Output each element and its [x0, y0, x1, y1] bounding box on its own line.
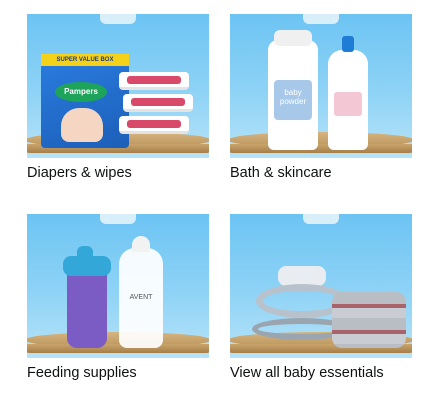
shelf-front: [27, 344, 209, 353]
walker-toy-tray: [278, 266, 326, 286]
box-band-text: SUPER VALUE BOX: [41, 54, 129, 66]
diapers-wipes-image[interactable]: SUPER VALUE BOX Pampers: [27, 14, 209, 158]
tile-notch: [100, 14, 136, 24]
tile-bath-skincare[interactable]: baby powder Bath & skincare: [230, 14, 412, 181]
category-grid: SUPER VALUE BOX Pampers Diapers & wipes …: [0, 0, 441, 400]
bottle-brand: AVENT: [129, 294, 153, 301]
tile-notch: [303, 14, 339, 24]
sippy-cup: [63, 246, 111, 348]
shelf-front: [230, 144, 412, 153]
feeding-supplies-image[interactable]: AVENT: [27, 214, 209, 358]
tile-notch: [303, 214, 339, 224]
lotion-bottle: [328, 36, 368, 150]
powder-bottle: baby powder: [268, 30, 318, 150]
baby-essentials-image[interactable]: [230, 214, 412, 358]
bath-skincare-image[interactable]: baby powder: [230, 14, 412, 158]
tile-baby-essentials[interactable]: View all baby essentials: [230, 214, 412, 381]
feeding-bottle: AVENT: [119, 236, 163, 348]
diaper-box: SUPER VALUE BOX Pampers: [41, 54, 129, 148]
tile-label[interactable]: Bath & skincare: [230, 164, 332, 182]
tile-notch: [100, 214, 136, 224]
tile-diapers-wipes[interactable]: SUPER VALUE BOX Pampers Diapers & wipes: [27, 14, 209, 181]
wipes-pack: [119, 72, 189, 90]
blanket-stack: [332, 292, 406, 348]
tile-label[interactable]: Diapers & wipes: [27, 164, 132, 182]
wipes-pack: [119, 116, 189, 134]
wipes-pack: [123, 94, 193, 112]
powder-label: baby powder: [274, 80, 312, 120]
tile-feeding-supplies[interactable]: AVENT Feeding supplies: [27, 214, 209, 381]
tile-label[interactable]: Feeding supplies: [27, 364, 137, 382]
baby-figure: [61, 108, 103, 142]
pampers-logo: Pampers: [55, 82, 107, 102]
tile-label[interactable]: View all baby essentials: [230, 364, 384, 382]
